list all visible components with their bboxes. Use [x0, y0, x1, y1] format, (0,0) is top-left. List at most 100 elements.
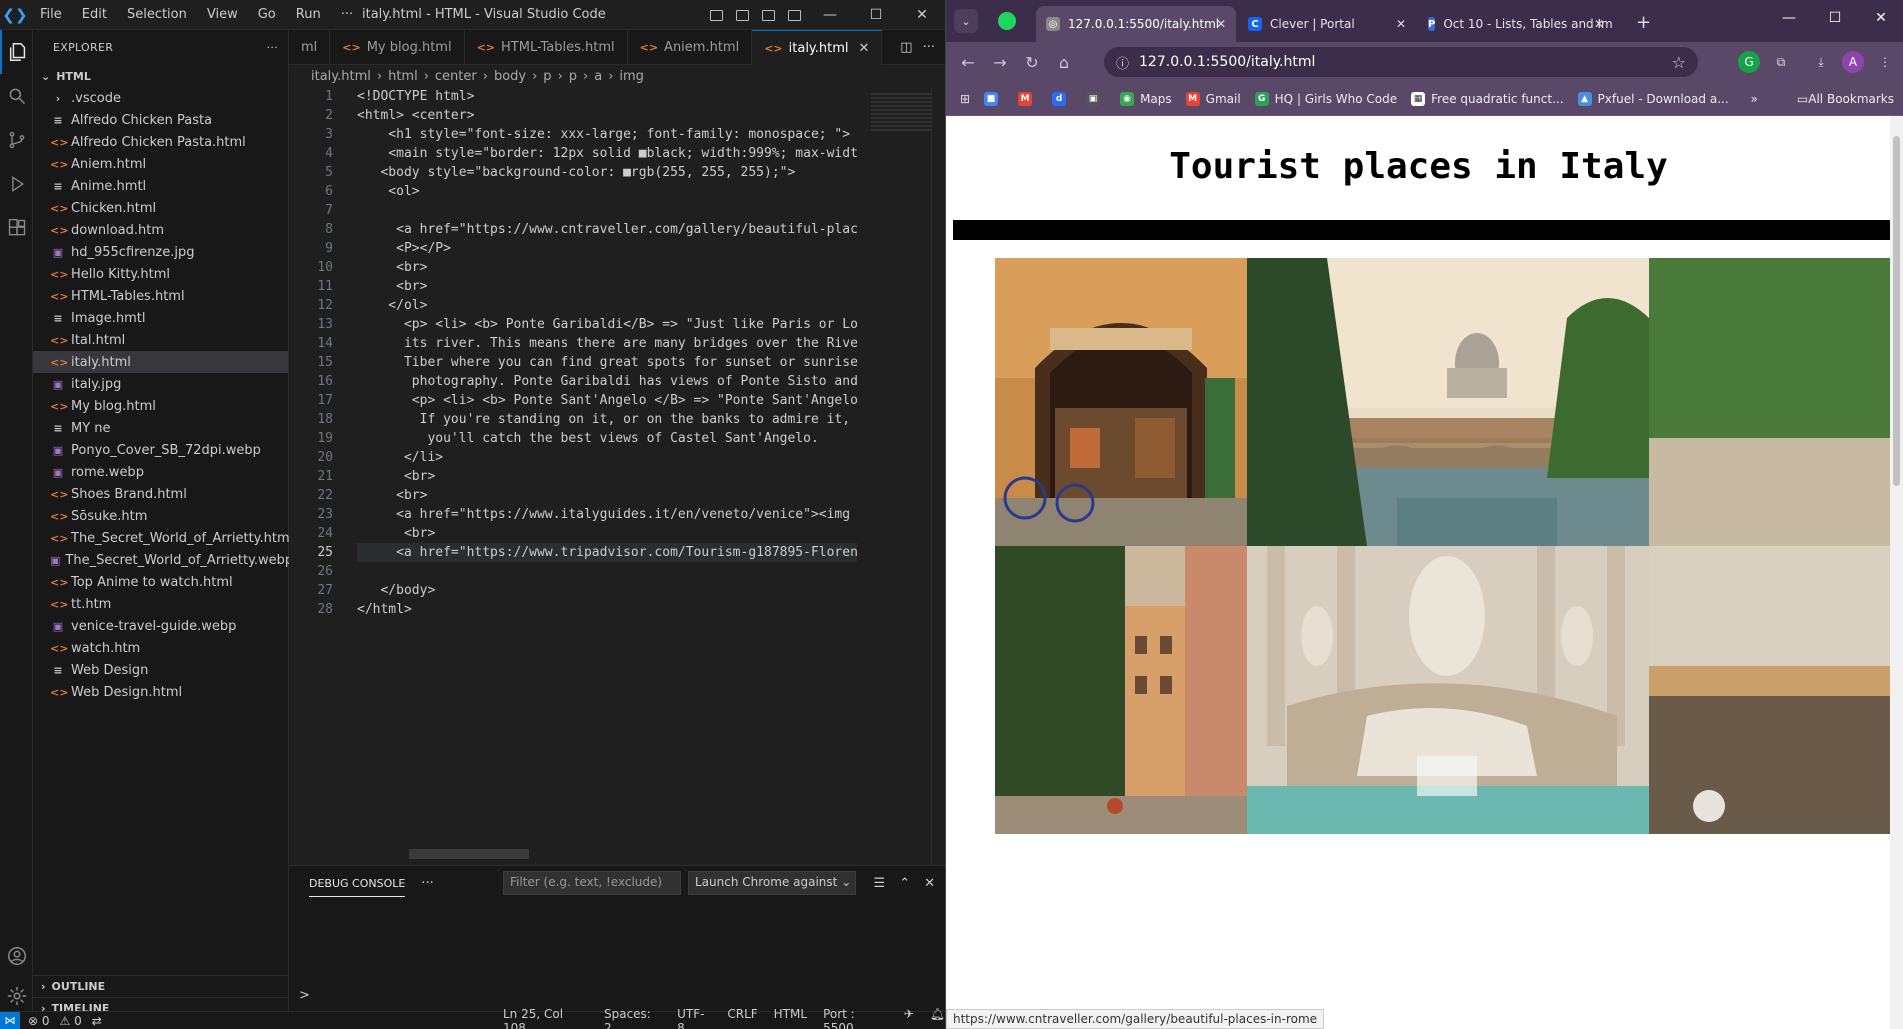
editor-vertical-scrollbar[interactable]	[931, 87, 945, 865]
scrollbar-thumb[interactable]	[1893, 136, 1900, 486]
explorer-icon[interactable]	[0, 30, 33, 74]
close-button[interactable]: ✕	[899, 0, 945, 30]
file-item[interactable]: <> Shoes Brand.html	[33, 483, 288, 505]
code-line[interactable]	[357, 562, 857, 581]
tab-my-blog[interactable]: <> My blog.html	[330, 30, 465, 65]
bookmark-item[interactable]: ▦ Free quadratic funct...	[1411, 91, 1564, 106]
copilot-icon[interactable]: ✈	[904, 1007, 914, 1029]
code-line[interactable]: <html> <center>	[357, 106, 857, 125]
panel-more-icon[interactable]: ···	[421, 876, 433, 891]
file-item[interactable]: ≡ Image.hmtl	[33, 307, 288, 329]
search-icon[interactable]	[0, 74, 33, 118]
grammarly-icon[interactable]: G	[1738, 51, 1760, 73]
console-prompt-icon[interactable]: >	[299, 988, 310, 1003]
code-line[interactable]: <br>	[357, 524, 857, 543]
back-arrow-icon[interactable]: ←	[952, 46, 984, 78]
code-line[interactable]: </li>	[357, 448, 857, 467]
close-tab-icon[interactable]: ✕	[1216, 17, 1226, 31]
chrome-tab-oct10[interactable]: P Oct 10 - Lists, Tables and Im ✕	[1418, 6, 1614, 42]
problems-warnings[interactable]: ⚠ 0	[60, 1014, 82, 1028]
breadcrumb-item[interactable]: img	[619, 69, 644, 84]
file-item[interactable]: › .vscode	[33, 87, 288, 109]
code-line[interactable]: Tiber where you can find great spots for…	[357, 353, 857, 372]
code-line[interactable]: its river. This means there are many bri…	[357, 334, 857, 353]
close-panel-icon[interactable]: ✕	[924, 876, 935, 891]
file-item[interactable]: <> download.htm	[33, 219, 288, 241]
extensions-icon[interactable]	[0, 206, 33, 250]
code-line[interactable]: <P></P>	[357, 239, 857, 258]
file-item[interactable]: <> Sōsuke.htm	[33, 505, 288, 527]
menu-file[interactable]: File	[30, 0, 72, 30]
close-tab-icon[interactable]: ✕	[1594, 17, 1604, 31]
bookmark-item[interactable]: d	[1052, 91, 1072, 106]
file-item[interactable]: <> watch.htm	[33, 637, 288, 659]
file-item[interactable]: <> The_Secret_World_of_Arrietty.htm	[33, 527, 290, 549]
close-tab-icon[interactable]: ✕	[1396, 17, 1406, 31]
tab-debug-console[interactable]: DEBUG CONSOLE	[309, 871, 406, 897]
workspace-folder[interactable]: ⌄ HTML	[33, 65, 288, 87]
editor-more-icon[interactable]: ···	[923, 40, 935, 55]
code-line[interactable]: <a href="https://www.italyguides.it/en/v…	[357, 505, 857, 524]
code-line[interactable]: <a href="https://www.cntraveller.com/gal…	[357, 220, 857, 239]
file-item[interactable]: <> Chicken.html	[33, 197, 288, 219]
file-item[interactable]: <> tt.htm	[33, 593, 288, 615]
profile-avatar[interactable]: A	[1842, 51, 1864, 73]
file-item[interactable]: ≡ MY ne	[33, 417, 288, 439]
file-item[interactable]: ≡ Alfredo Chicken Pasta	[33, 109, 288, 131]
run-debug-icon[interactable]	[0, 162, 33, 206]
accounts-icon[interactable]	[0, 934, 33, 978]
code-editor[interactable]: 1 2 3 4 5 6 7 8 9 10 11 12 13 14 15 16 17 18 19 20 21 22 23 24 2…	[289, 87, 945, 865]
chrome-tab-clever[interactable]: C Clever | Portal ✕	[1238, 6, 1416, 42]
minimap[interactable]	[871, 93, 931, 133]
file-item[interactable]: <> HTML-Tables.html	[33, 285, 288, 307]
code-line[interactable]: </body>	[357, 581, 857, 600]
breadcrumb-item[interactable]: body	[494, 69, 526, 84]
image-cafe-vespa[interactable]	[1649, 546, 1891, 834]
close-button[interactable]: ✕	[1858, 0, 1903, 36]
menu-more[interactable]: ···	[331, 0, 363, 30]
file-item[interactable]: <> italy.html	[33, 351, 288, 373]
file-item[interactable]: <> Top Anime to watch.html	[33, 571, 288, 593]
bookmark-item[interactable]: G HQ | Girls Who Code	[1254, 91, 1397, 106]
image-ponte-sisto-bridge[interactable]	[1247, 258, 1649, 546]
bookmark-item[interactable]: M	[1018, 91, 1038, 106]
code-line[interactable]: <h1 style="font-size: xxx-large; font-fa…	[357, 125, 857, 144]
site-info-icon[interactable]: ⓘ	[1116, 53, 1129, 72]
file-item[interactable]: <> Alfredo Chicken Pasta.html	[33, 131, 288, 153]
maximize-button[interactable]: ☐	[853, 0, 899, 30]
code-line[interactable]: <main style="border: 12px solid ■black; …	[357, 144, 857, 163]
customize-layout-icon[interactable]	[781, 0, 807, 30]
menu-selection[interactable]: Selection	[117, 0, 197, 30]
file-item[interactable]: ▣ hd_955cfirenze.jpg	[33, 241, 288, 263]
indentation[interactable]: Spaces: 2	[604, 1007, 661, 1029]
tab-aniem[interactable]: <> Aniem.html	[628, 30, 753, 65]
breadcrumb-item[interactable]: italy.html	[311, 69, 371, 84]
file-item[interactable]: <> My blog.html	[33, 395, 288, 417]
chrome-menu-icon[interactable]: ⋮	[1874, 51, 1896, 73]
download-icon[interactable]: ⤓	[1810, 51, 1832, 73]
reload-icon[interactable]: ↻	[1016, 46, 1048, 78]
code-line[interactable]: photography. Ponte Garibaldi has views o…	[357, 372, 857, 391]
bookmark-item[interactable]: ▣	[1086, 91, 1106, 106]
toggle-panel-icon[interactable]	[729, 0, 755, 30]
code-line[interactable]: </ol>	[357, 296, 857, 315]
bookmark-item[interactable]: M Gmail	[1185, 91, 1241, 106]
tab-ml[interactable]: ml	[289, 30, 331, 65]
code-line[interactable]: <p> <li> <b> Ponte Garibaldi</B> => "Jus…	[357, 315, 857, 334]
spotify-tab-icon[interactable]	[998, 12, 1016, 30]
toggle-sidebar-icon[interactable]	[703, 0, 729, 30]
editor-horizontal-scrollbar[interactable]	[409, 849, 529, 859]
maximize-button[interactable]: ☐	[1812, 0, 1858, 36]
notifications-bell-icon[interactable]: 🔔︎	[930, 1007, 945, 1029]
encoding[interactable]: UTF-8	[677, 1007, 711, 1029]
bookmark-star-icon[interactable]: ☆	[1672, 53, 1686, 72]
page-scrollbar[interactable]	[1890, 116, 1903, 1029]
file-item[interactable]: <> Ital.html	[33, 329, 288, 351]
code-line[interactable]: <br>	[357, 486, 857, 505]
bookmark-item[interactable]: ◉ Maps	[1120, 91, 1172, 106]
file-item[interactable]: <> Aniem.html	[33, 153, 288, 175]
maximize-panel-icon[interactable]: ⌃	[899, 876, 910, 891]
image-hosteria-pizzeria[interactable]	[995, 258, 1247, 546]
language-mode[interactable]: HTML	[774, 1007, 807, 1029]
menu-edit[interactable]: Edit	[72, 0, 117, 30]
